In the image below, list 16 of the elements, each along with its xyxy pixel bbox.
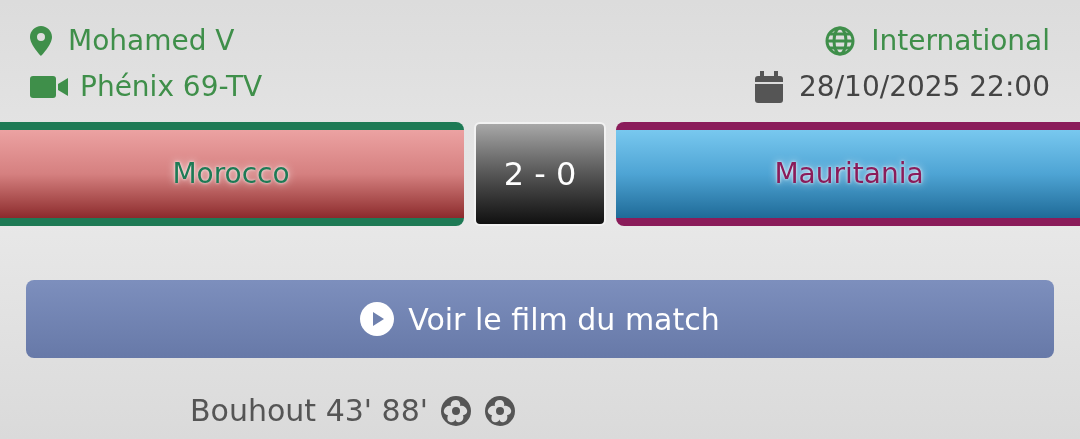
team-banner: Mauritania	[616, 122, 1080, 226]
play-icon	[360, 302, 395, 336]
team-banner: Morocco	[0, 122, 464, 226]
calendar-icon	[755, 71, 783, 103]
soccer-ball-icon	[440, 394, 472, 427]
watch-video-button[interactable]: Voir le film du match	[26, 280, 1054, 358]
goal-scorer: Bouhout 43' 88'	[190, 392, 428, 430]
competition-name: International	[871, 23, 1050, 59]
video-camera-icon	[30, 76, 68, 98]
location-pin-icon	[30, 26, 52, 56]
score-box: 2 - 0	[474, 122, 606, 226]
globe-icon	[825, 26, 856, 56]
stadium-name: Mohamed V	[68, 23, 235, 59]
soccer-ball-icon	[484, 394, 516, 427]
match-datetime: 28/10/2025 22:00	[799, 69, 1050, 105]
broadcaster-name: Phénix 69-TV	[80, 69, 263, 105]
